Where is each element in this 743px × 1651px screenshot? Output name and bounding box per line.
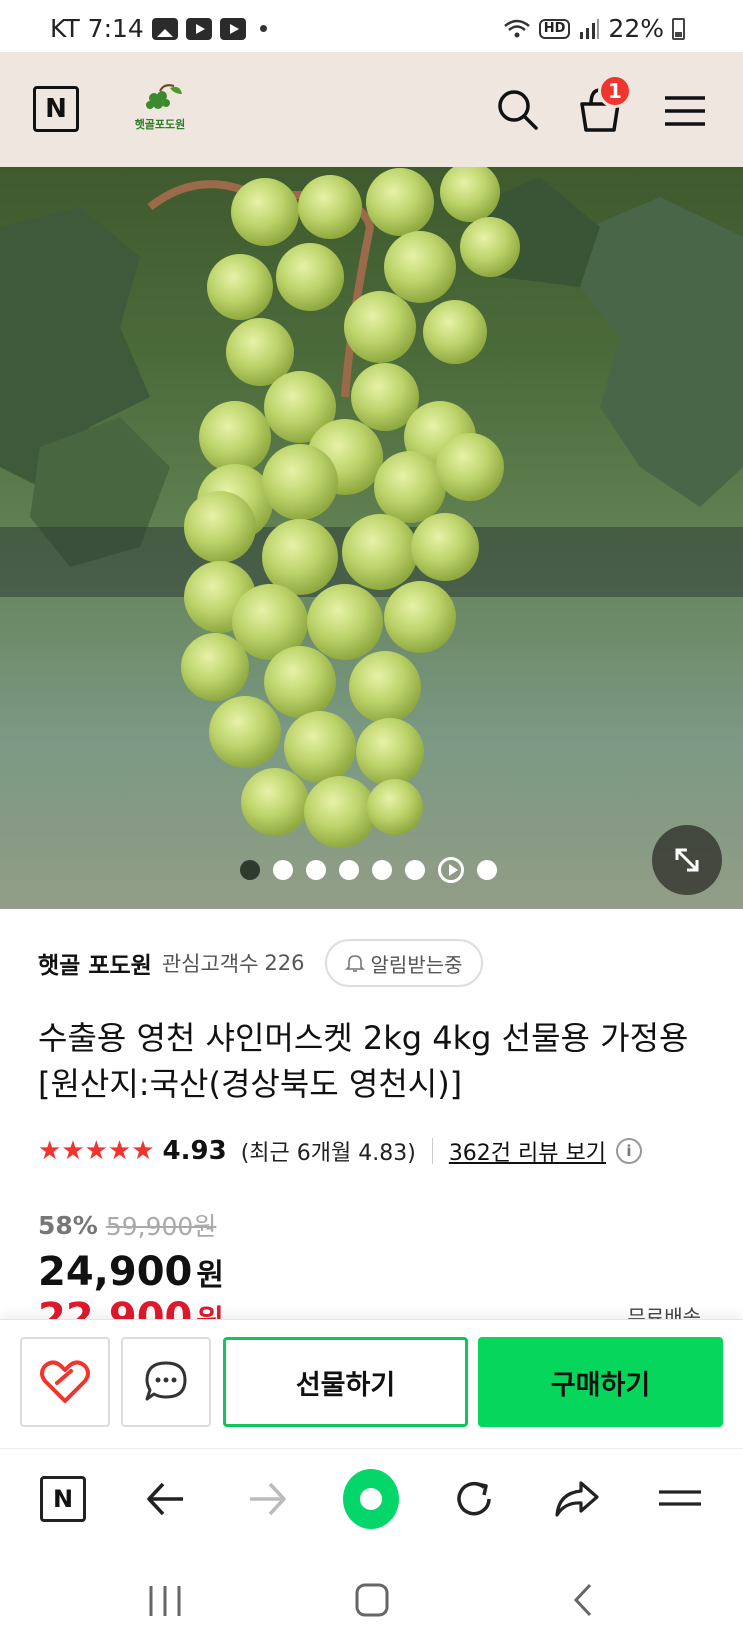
benefit-price-row: 22,900 원 [38, 1295, 224, 1319]
bell-icon [344, 955, 365, 972]
carousel-dot-3[interactable] [306, 860, 326, 880]
status-right: HD 22% [503, 14, 685, 43]
followers-count: 226 [264, 951, 305, 975]
browser-back-button[interactable] [137, 1471, 193, 1527]
android-navigation-bar [0, 1550, 743, 1651]
wifi-icon [503, 19, 530, 37]
store-logo-text: 햇골포도원 [134, 118, 186, 131]
battery-icon [672, 17, 685, 40]
grape-logo-icon [146, 84, 182, 109]
share-arrow-icon [555, 1481, 599, 1517]
carousel-dot-2[interactable] [273, 860, 293, 880]
carousel-dot-1[interactable] [240, 860, 260, 880]
expand-image-button[interactable] [652, 825, 722, 895]
search-button[interactable] [490, 82, 546, 138]
benefit-price: 22,900 [38, 1295, 193, 1319]
arrow-right-icon [250, 1482, 286, 1516]
seller-row: 햇골 포도원 관심고객수 226 알림받는중 [38, 939, 483, 987]
youtube-notification-icon [185, 17, 212, 40]
green-dot-button[interactable] [343, 1469, 399, 1529]
arrow-left-icon [147, 1482, 183, 1516]
recent-rating: (최근 6개월 4.83) [240, 1141, 416, 1166]
home-icon[interactable] [354, 1582, 390, 1618]
browser-toolbar: N [0, 1448, 743, 1550]
browser-home-button[interactable]: N [35, 1471, 91, 1527]
status-left: KT 7:14 [50, 14, 267, 43]
status-bar: KT 7:14 HD 22% [0, 0, 743, 52]
original-price: 59,900원 [105, 1212, 217, 1241]
talk-talk-button[interactable] [121, 1337, 211, 1427]
purchase-action-bar: 선물하기 구매하기 [0, 1319, 743, 1448]
carrier-time: KT 7:14 [50, 14, 144, 43]
search-icon [498, 90, 538, 130]
followers-label: 관심고객수 [161, 952, 259, 976]
rating-score: 4.93 [162, 1136, 227, 1166]
refresh-icon [457, 1482, 491, 1516]
back-icon[interactable] [568, 1582, 598, 1618]
cart-button[interactable]: 1 [572, 74, 632, 138]
cart-count-badge: 1 [598, 74, 632, 108]
carousel-dot-5[interactable] [372, 860, 392, 880]
product-title: 수출용 영천 샤인머스켓 2kg 4kg 선물용 가정용 [원산지:국산(경상북… [38, 1019, 689, 1103]
battery-percent: 22% [608, 14, 664, 43]
carousel-indicators [240, 857, 497, 883]
store-logo[interactable]: 햇골포도원 [130, 82, 190, 132]
gift-button[interactable]: 선물하기 [223, 1337, 468, 1427]
review-link[interactable]: 362건 리뷰 보기 [449, 1135, 606, 1167]
browser-refresh-button[interactable] [446, 1471, 502, 1527]
youtube-notification-icon-2 [219, 17, 246, 40]
delivery-info: 무료배송 [627, 1305, 701, 1319]
seller-name[interactable]: 햇골 포도원 [38, 946, 152, 980]
recent-apps-icon[interactable] [145, 1584, 185, 1618]
signal-icon [580, 18, 600, 39]
expand-arrows-icon [675, 848, 699, 872]
browser-forward-button[interactable] [240, 1471, 296, 1527]
heart-link-icon [40, 1360, 90, 1403]
carousel-dot-6[interactable] [405, 860, 425, 880]
carousel-dot-8[interactable] [477, 860, 497, 880]
like-button[interactable] [20, 1337, 110, 1427]
product-image-carousel[interactable] [0, 167, 743, 909]
notification-subscribe-button[interactable]: 알림받는중 [324, 939, 483, 987]
naver-n-icon: N [40, 1476, 86, 1522]
carousel-video-dot-play-icon[interactable] [438, 857, 464, 883]
grape-cluster-image [0, 167, 743, 909]
green-dot-icon [343, 1469, 399, 1529]
store-header: N 햇골포도원 1 [0, 52, 743, 167]
rating-divider [431, 1138, 433, 1164]
buy-button[interactable]: 구매하기 [478, 1337, 723, 1427]
sale-price: 24,900 [38, 1249, 193, 1295]
more-notifications-dot-icon [259, 25, 267, 32]
hamburger-menu-icon [665, 96, 705, 126]
browser-share-button[interactable] [549, 1471, 605, 1527]
discount-rate: 58% [38, 1210, 98, 1240]
price-row: 24,900 원 [38, 1249, 224, 1295]
price-currency: 원 [196, 1258, 224, 1293]
chat-bubble-icon [145, 1361, 187, 1401]
browser-menu-button[interactable] [652, 1471, 708, 1527]
benefit-price-currency: 원 [196, 1296, 224, 1319]
menu-lines-icon [659, 1490, 701, 1506]
discount-row: 58% 59,900원 [38, 1207, 216, 1243]
info-icon[interactable]: i [616, 1138, 642, 1164]
naver-home-button[interactable]: N [33, 86, 79, 132]
menu-button[interactable] [657, 82, 713, 138]
rating-row: ★★★★★ 4.93 (최근 6개월 4.83) 362건 리뷰 보기 i [38, 1135, 642, 1167]
gallery-notification-icon [151, 17, 178, 40]
carousel-dot-4[interactable] [339, 860, 359, 880]
hd-voice-icon: HD [538, 18, 571, 39]
notification-subscribe-label: 알림받는중 [370, 952, 463, 977]
product-info: 햇골 포도원 관심고객수 226 알림받는중 수출용 영천 샤인머스켓 2kg … [0, 909, 743, 1319]
rating-stars-icon: ★★★★★ [38, 1136, 155, 1166]
